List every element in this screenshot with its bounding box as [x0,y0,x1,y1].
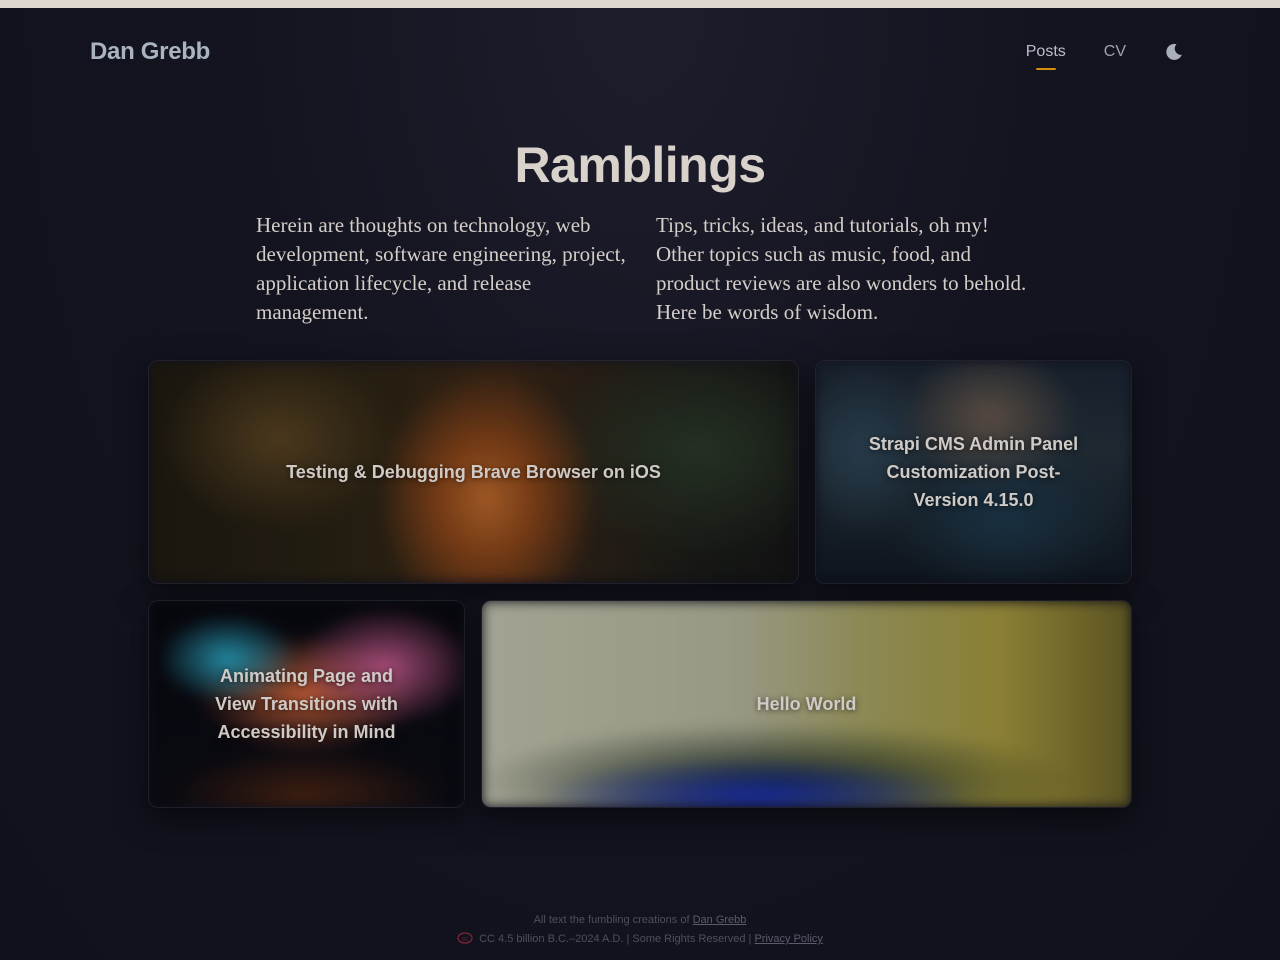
post-card-strapi[interactable]: Strapi CMS Admin Panel Customization Pos… [815,360,1132,584]
top-accent-strip [0,0,1280,8]
creative-commons-icon: cc [457,932,473,944]
nav-cv-link[interactable]: CV [1104,43,1126,61]
post-card-title: Testing & Debugging Brave Browser on iOS [286,462,661,482]
nav-posts-link[interactable]: Posts [1026,43,1066,70]
footer-author-link[interactable]: Dan Grebb [693,914,747,926]
svg-text:cc: cc [462,937,468,943]
post-card-title: Hello World [756,694,857,714]
footer-privacy-link[interactable]: Privacy Policy [754,933,822,945]
site-footer: All text the fumbling creations of Dan G… [0,911,1280,949]
post-card-brave-ios[interactable]: Testing & Debugging Brave Browser on iOS [148,360,799,584]
footer-credit-line: All text the fumbling creations of Dan G… [0,911,1280,930]
main-nav: Posts CV [1026,42,1184,70]
footer-license-line: cc CC 4.5 billion B.C.–2024 A.D. | Some … [0,930,1280,949]
intro-paragraph-right: Tips, tricks, ideas, and tutorials, oh m… [656,213,1027,324]
post-card-title: Animating Page and View Transitions with… [215,666,398,742]
intro-paragraph-left: Herein are thoughts on technology, web d… [256,213,626,324]
footer-credit-text: All text the fumbling creations of [533,914,690,926]
page-title: Ramblings [514,137,766,193]
post-card-animating-transitions[interactable]: Animating Page and View Transitions with… [148,600,465,808]
moon-icon [1166,43,1182,60]
site-brand-link[interactable]: Dan Grebb [90,38,210,66]
site-header: Dan Grebb Posts CV [0,8,1280,100]
theme-toggle-button[interactable] [1164,42,1184,62]
post-card-title: Strapi CMS Admin Panel Customization Pos… [868,434,1079,510]
footer-license-text: CC 4.5 billion B.C.–2024 A.D. | Some Rig… [479,933,752,945]
post-card-hello-world[interactable]: Hello World [481,600,1132,808]
